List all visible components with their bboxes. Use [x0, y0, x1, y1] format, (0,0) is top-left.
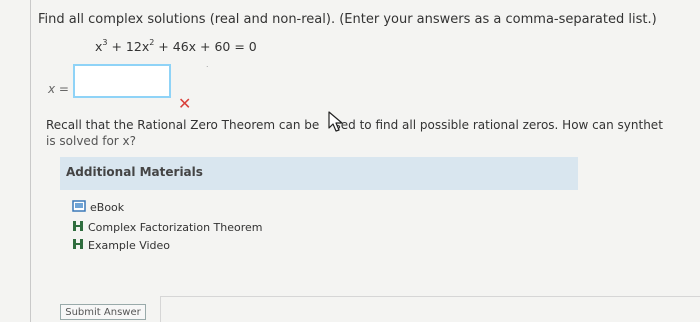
question-prompt: Find all complex solutions (real and non… — [38, 12, 657, 27]
question-left-border — [30, 0, 31, 322]
mouse-cursor-icon — [327, 111, 345, 137]
hint-line1-a: Recall that the Rational Zero Theorem ca… — [46, 118, 320, 132]
answer-label: x = — [48, 82, 69, 96]
eq-term-2: + 12x — [107, 39, 150, 54]
book-icon — [72, 200, 86, 215]
equation: x3 + 12x2 + 46x + 60 = 0 — [95, 38, 257, 54]
dot-mark: ˙ — [205, 66, 210, 76]
additional-materials-title: Additional Materials — [66, 165, 203, 179]
incorrect-x-icon: ✕ — [178, 94, 192, 113]
material-ebook-link[interactable]: eBook — [72, 200, 124, 215]
submit-answer-button[interactable]: Submit Answer — [60, 304, 146, 320]
eq-term-3: + 46x + 60 = 0 — [154, 39, 257, 54]
material-example-video-label: Example Video — [88, 239, 171, 252]
hint-line2: is solved for x? — [46, 134, 137, 148]
document-icon — [72, 238, 84, 253]
additional-materials-list: eBook Complex Factorization Theorem Exam… — [60, 190, 578, 268]
material-complex-factorization-link[interactable]: Complex Factorization Theorem — [72, 220, 263, 235]
answer-input[interactable] — [73, 64, 171, 98]
material-complex-factorization-label: Complex Factorization Theorem — [88, 221, 263, 234]
hint-line1-b: sed to find all possible rational zeros.… — [334, 118, 663, 132]
document-icon — [72, 220, 84, 235]
hint-text: Recall that the Rational Zero Theorem ca… — [46, 117, 663, 149]
submit-divider — [160, 296, 700, 297]
material-ebook-label: eBook — [90, 201, 125, 214]
submit-divider-vertical — [160, 296, 161, 322]
additional-materials-header: Additional Materials — [60, 157, 578, 190]
material-example-video-link[interactable]: Example Video — [72, 238, 170, 253]
